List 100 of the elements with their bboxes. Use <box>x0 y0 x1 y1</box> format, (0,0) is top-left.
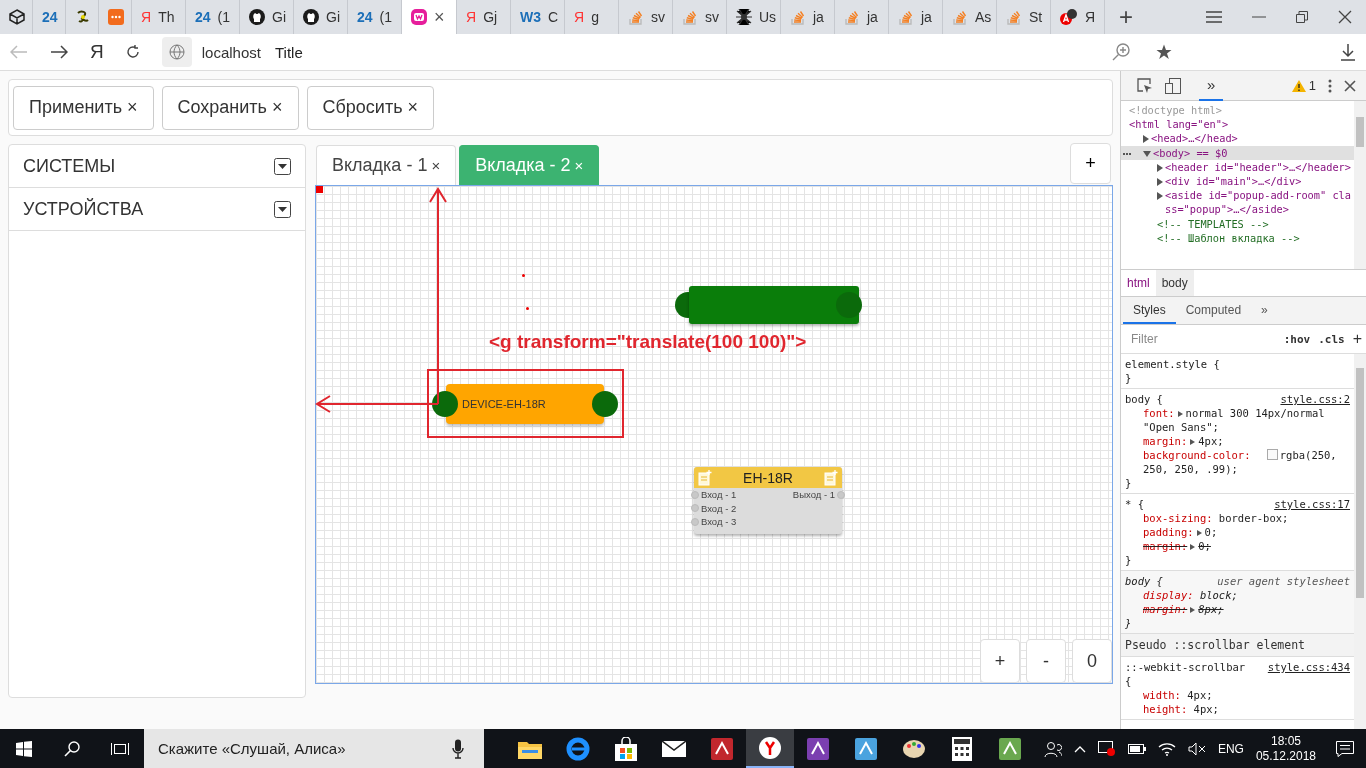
canvas-tab[interactable]: Вкладка - 1 × <box>316 145 457 185</box>
tab-close-button[interactable]: × <box>434 6 445 28</box>
app-tile-icon[interactable] <box>807 737 829 760</box>
marker-dot <box>522 274 525 277</box>
start-icon[interactable] <box>16 740 32 757</box>
close-icon[interactable] <box>1338 10 1352 24</box>
css-declaration[interactable]: width: 4px; <box>1125 688 1350 702</box>
tab-title: C <box>548 9 559 25</box>
restore-icon[interactable] <box>1296 11 1308 23</box>
css-declaration[interactable]: display: block; <box>1125 588 1350 602</box>
close-icon[interactable] <box>1344 79 1356 92</box>
stack-icon <box>952 9 968 25</box>
home-button[interactable]: Я <box>90 41 104 63</box>
notification-icon[interactable] <box>1336 740 1354 757</box>
calculator-icon[interactable] <box>952 736 972 761</box>
palette-icon[interactable] <box>902 737 926 760</box>
new-tab-button[interactable]: + <box>1105 0 1147 34</box>
hover-toggle[interactable]: :hov <box>1283 332 1311 346</box>
styles-tab[interactable]: Styles <box>1123 297 1176 324</box>
zoom-button[interactable]: - <box>1026 639 1066 683</box>
clock[interactable]: 18:05 05.12.2018 <box>1255 733 1316 764</box>
search-icon[interactable] <box>64 740 80 757</box>
css-declaration[interactable]: padding: 0; <box>1125 525 1350 539</box>
zoom-button[interactable]: + <box>980 639 1020 683</box>
page-title: Title <box>274 43 303 61</box>
css-declaration[interactable]: background-color: rgba(250, 250, 250, .99); <box>1125 448 1350 476</box>
inspect-icon[interactable] <box>1137 77 1153 94</box>
dom-node[interactable]: <html lang="en"> <box>1129 117 1229 132</box>
panel-tab[interactable]: » <box>1199 71 1224 101</box>
dom-node[interactable]: <!-- TEMPLATES --> <box>1157 216 1269 231</box>
dropdown-icon[interactable] <box>274 157 291 175</box>
speaker-muted-icon[interactable] <box>1187 741 1206 756</box>
add-tab-button[interactable]: + <box>1070 143 1111 184</box>
toolbar-button[interactable]: Сохранить × <box>161 85 299 130</box>
css-declaration[interactable]: font: normal 300 14px/normal "Open Sans"; <box>1125 406 1350 434</box>
sidebar-item[interactable]: СИСТЕМЫ <box>9 145 305 188</box>
kebab-menu-icon[interactable] <box>1328 78 1332 93</box>
task-view-icon[interactable] <box>111 741 129 756</box>
dom-node[interactable]: <!-- Шаблон вкладка --> <box>1157 230 1300 246</box>
class-toggle[interactable]: .cls <box>1318 332 1345 346</box>
browser-tab[interactable]: × <box>402 0 457 34</box>
microphone-icon[interactable] <box>452 738 464 759</box>
forward-icon[interactable] <box>50 45 68 59</box>
reload-icon[interactable] <box>125 45 140 59</box>
source-link[interactable]: style.css:434 <box>1267 660 1350 674</box>
wifi-icon[interactable] <box>1157 741 1176 756</box>
tab-title: ja <box>921 9 932 25</box>
envelope-icon[interactable] <box>662 740 686 757</box>
toolbar-button[interactable]: Применить × <box>13 85 154 130</box>
dropdown-icon[interactable] <box>274 200 291 218</box>
css-declaration[interactable]: margin: 8px; <box>1125 602 1350 616</box>
chevron-up-icon[interactable] <box>1073 744 1086 753</box>
people-icon[interactable] <box>1043 740 1062 757</box>
collapse-arrow-icon[interactable] <box>1143 150 1151 157</box>
breadcrumb[interactable]: html <box>1121 270 1156 296</box>
expand-arrow-icon[interactable] <box>1157 178 1163 186</box>
new-rule-button[interactable]: + <box>1352 330 1362 348</box>
app-logo-icon <box>411 9 427 25</box>
breadcrumb[interactable]: body <box>1155 270 1194 296</box>
app-tile-icon[interactable] <box>711 737 733 760</box>
shopping-bag-icon[interactable] <box>615 736 637 761</box>
tab-title: As <box>975 9 992 25</box>
color-swatch[interactable] <box>1266 449 1278 460</box>
star-icon[interactable] <box>1155 44 1172 60</box>
download-icon[interactable] <box>1340 43 1356 61</box>
dom-node[interactable]: <header id="header">…</header> <box>1165 159 1351 174</box>
menu-icon[interactable] <box>1206 10 1222 24</box>
css-declaration[interactable]: height: 4px; <box>1125 702 1350 716</box>
styles-tab[interactable]: Computed <box>1175 297 1252 324</box>
browser-icon[interactable] <box>566 736 590 761</box>
app-tile-icon[interactable] <box>855 737 877 760</box>
source-link[interactable]: style.css:17 <box>1274 497 1350 511</box>
dom-node[interactable]: <aside id="popup-add-room" class="popup">…</aside> <box>1165 188 1354 217</box>
css-declaration[interactable]: margin: 0; <box>1125 539 1350 553</box>
port-label: Вход - 1 <box>701 489 737 501</box>
css-declaration[interactable]: margin: 4px; <box>1125 434 1350 448</box>
monitor-icon[interactable] <box>1097 740 1116 757</box>
address-host[interactable]: localhost <box>201 43 261 61</box>
expand-arrow-icon[interactable] <box>1157 192 1163 201</box>
warning-count[interactable]: 1 <box>1308 78 1316 93</box>
chat-icon <box>108 9 124 25</box>
app-tile-icon[interactable] <box>999 737 1021 760</box>
circle-logo-icon[interactable] <box>758 735 782 760</box>
search-field[interactable]: Скажите «Слушай, Алиса» <box>144 729 484 768</box>
styles-tab[interactable]: » <box>1251 297 1278 324</box>
battery-icon[interactable] <box>1127 743 1146 754</box>
zoom-icon[interactable] <box>1111 43 1130 61</box>
globe-icon <box>161 37 192 67</box>
toolbar-button[interactable]: Сбросить × <box>306 85 435 130</box>
zoom-button[interactable]: 0 <box>1072 639 1112 683</box>
source-link[interactable]: style.css:2 <box>1280 392 1350 406</box>
sidebar-item[interactable]: УСТРОЙСТВА <box>9 188 305 231</box>
expand-arrow-icon[interactable] <box>1157 163 1163 172</box>
tab-title: Gj <box>483 9 498 25</box>
language-indicator[interactable]: ENG <box>1217 741 1244 756</box>
css-declaration[interactable]: box-sizing: border-box; <box>1125 511 1350 525</box>
device-toggle-icon[interactable] <box>1165 77 1181 94</box>
dom-node[interactable]: <head>…</head> <box>1151 131 1238 146</box>
css-selector: * { <box>1125 497 1144 511</box>
dom-node[interactable]: <div id="main">…</div> <box>1165 174 1302 189</box>
